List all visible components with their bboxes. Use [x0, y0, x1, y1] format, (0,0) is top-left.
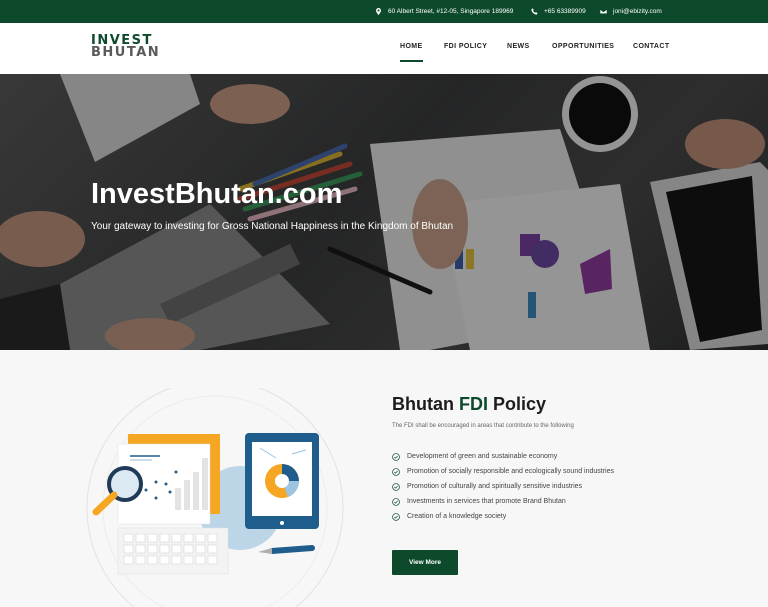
fdi-policy-section: Bhutan FDI Policy The FDI shall be encou… — [0, 350, 768, 607]
policy-title-prefix: Bhutan — [392, 394, 459, 414]
list-item: Investments in services that promote Bra… — [392, 494, 614, 509]
list-item: Promotion of socially responsible and ec… — [392, 464, 614, 479]
list-item-text: Investments in services that promote Bra… — [407, 498, 566, 505]
email-link[interactable]: joni@ebizity.com — [613, 8, 662, 15]
check-circle-icon — [392, 482, 400, 491]
address-text: 60 Albert Street, #12-05, Singapore 1899… — [388, 8, 514, 15]
nav-fdi-policy[interactable]: FDI POLICY — [444, 43, 487, 50]
hero-dark-overlay — [0, 74, 768, 350]
phone-item[interactable]: +65 63389909 — [531, 0, 586, 23]
check-circle-icon — [392, 452, 400, 461]
policy-title-suffix: Policy — [488, 394, 547, 414]
address-item: 60 Albert Street, #12-05, Singapore 1899… — [375, 0, 513, 23]
policy-intro: The FDI shall be encouraged in areas tha… — [392, 423, 574, 429]
list-item-text: Creation of a knowledge society — [407, 513, 507, 520]
nav-opportunities[interactable]: OPPORTUNITIES — [552, 43, 614, 50]
check-circle-icon — [392, 467, 400, 476]
hero-banner: InvestBhutan.com Your gateway to investi… — [0, 74, 768, 350]
policy-title-accent: FDI — [459, 394, 488, 414]
policy-list: Development of green and sustainable eco… — [392, 449, 614, 524]
phone-text[interactable]: +65 63389909 — [544, 8, 586, 15]
list-item-text: Promotion of culturally and spiritually … — [407, 483, 583, 490]
map-pin-icon — [376, 8, 381, 15]
hero-subtitle: Your gateway to investing for Gross Nati… — [91, 221, 454, 232]
check-circle-icon — [392, 497, 400, 506]
policy-title: Bhutan FDI Policy — [392, 394, 546, 415]
policy-illustration — [86, 388, 344, 607]
phone-icon — [531, 8, 538, 15]
view-more-button[interactable]: View More — [392, 550, 458, 575]
logo-line-2: BHUTAN — [91, 45, 161, 60]
top-contact-bar: 60 Albert Street, #12-05, Singapore 1899… — [0, 0, 768, 23]
site-header: INVEST BHUTAN HOME FDI POLICY NEWS OPPOR… — [0, 23, 768, 74]
hero-title: InvestBhutan.com — [91, 178, 343, 210]
envelope-icon — [600, 9, 607, 14]
list-item: Creation of a knowledge society — [392, 509, 614, 524]
nav-home[interactable]: HOME — [400, 43, 423, 62]
list-item: Promotion of culturally and spiritually … — [392, 479, 614, 494]
email-item[interactable]: joni@ebizity.com — [600, 0, 662, 23]
nav-contact[interactable]: CONTACT — [633, 43, 670, 50]
site-logo[interactable]: INVEST BHUTAN — [91, 34, 195, 60]
check-circle-icon — [392, 512, 400, 521]
list-item: Development of green and sustainable eco… — [392, 449, 614, 464]
nav-news[interactable]: NEWS — [507, 43, 530, 50]
list-item-text: Promotion of socially responsible and ec… — [407, 468, 615, 475]
list-item-text: Development of green and sustainable eco… — [407, 453, 558, 460]
